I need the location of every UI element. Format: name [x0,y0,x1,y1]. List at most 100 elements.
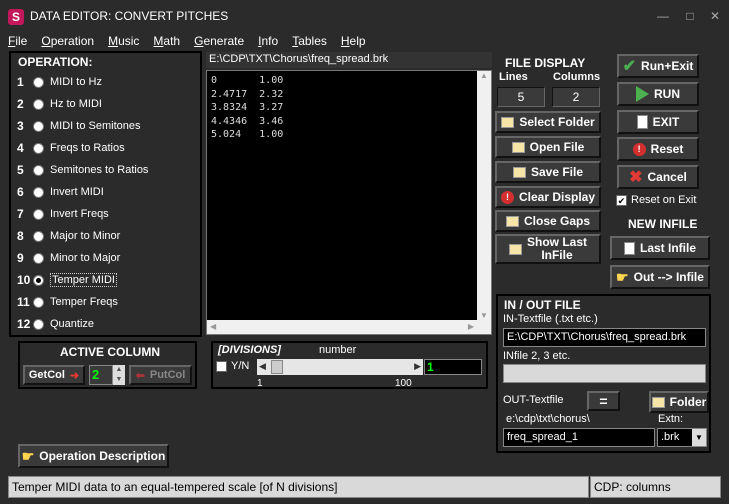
scroll-left-icon[interactable]: ◀ [210,322,216,331]
in-textfile-field[interactable]: E:\CDP\TXT\Chorus\freq_spread.brk [503,328,706,347]
lines-label: Lines [499,71,528,83]
clear-display-button[interactable]: ! Clear Display [495,186,601,208]
menu-info[interactable]: Info [251,33,285,51]
scroll-right-icon[interactable]: ▶ [468,322,474,331]
save-file-button[interactable]: Save File [495,161,601,183]
radio-button[interactable] [33,296,44,308]
operation-option[interactable]: 11 Temper Freqs [17,291,118,313]
run-button[interactable]: RUN [617,82,699,106]
menu-generate[interactable]: Generate [187,33,251,51]
divisions-slider[interactable]: ◀ ▶ [257,359,423,375]
active-column-value[interactable]: 2 [89,365,113,385]
operation-number: 6 [17,185,24,199]
divisions-sub: number [319,344,357,356]
folder-button[interactable]: Folder [649,391,709,413]
exit-label: EXIT [652,115,680,129]
stop-icon: ! [500,190,514,204]
operation-option[interactable]: 1 MIDI to Hz [17,71,102,93]
operation-description-label: Operation Description [39,449,166,463]
window-title: DATA EDITOR: CONVERT PITCHES [30,9,229,23]
menu-music[interactable]: Music [101,33,146,51]
door-icon [636,115,648,129]
scroll-down-icon[interactable]: ▼ [477,311,491,320]
slider-right-icon[interactable]: ▶ [414,361,421,372]
putcol-button[interactable]: ⬅ PutCol [129,365,192,385]
text-display[interactable]: 0 1.00 2.4717 2.32 3.8324 3.27 4.4346 3.46 5… [206,70,492,335]
open-file-button[interactable]: Open File [495,136,601,158]
operation-description-button[interactable]: ☛ Operation Description [18,444,169,468]
text-line: 2.4717 2.32 [211,88,284,100]
equals-button[interactable]: = [587,391,620,411]
menu-math[interactable]: Math [146,33,187,51]
close-icon[interactable]: ✕ [707,8,723,24]
radio-button[interactable] [33,274,44,286]
menu-help[interactable]: Help [334,33,373,51]
operation-number: 12 [17,317,31,331]
operation-option[interactable]: 3 MIDI to Semitones [17,115,140,137]
horizontal-scrollbar[interactable]: ◀ ▶ [207,320,477,334]
select-folder-label: Select Folder [519,115,595,129]
in-out-file-panel: IN / OUT FILE IN-Textfile (.txt etc.) E:… [496,294,711,453]
operation-option[interactable]: 6 Invert MIDI [17,181,104,203]
operation-title: OPERATION: [18,55,93,69]
radio-button[interactable] [33,142,44,154]
cancel-button[interactable]: ✖ Cancel [617,165,699,189]
status-right: CDP: columns [590,476,721,498]
operation-option[interactable]: 5 Semitones to Ratios [17,159,148,181]
file-path-bar: E:\CDP\TXT\Chorus\freq_spread.brk [206,52,492,68]
minimize-icon[interactable]: — [655,8,671,24]
operation-number: 1 [17,75,24,89]
slider-thumb[interactable] [271,360,283,374]
chevron-down-icon[interactable]: ▼ [692,429,706,446]
menu-tables[interactable]: Tables [285,33,334,51]
lines-count: 5 [497,87,545,107]
reset-on-exit-checkbox[interactable]: ✔ [616,195,627,206]
cancel-label: Cancel [647,170,687,184]
operation-option[interactable]: 4 Freqs to Ratios [17,137,125,159]
show-last-infile-button[interactable]: Show Last InFile [495,234,601,264]
radio-button[interactable] [33,230,44,242]
menu-operation[interactable]: Operation [34,33,101,51]
run-exit-button[interactable]: ✔ Run+Exit [617,54,699,78]
out-to-infile-button[interactable]: ☛ Out --> Infile [610,265,710,289]
exit-button[interactable]: EXIT [617,110,699,134]
close-gaps-button[interactable]: Close Gaps [495,210,601,232]
radio-button[interactable] [33,98,44,110]
divisions-value[interactable]: 1 [424,359,482,375]
out-textfile-field[interactable]: freq_spread_1 [503,428,655,447]
getcol-button[interactable]: GetCol ➜ [23,365,85,385]
scroll-up-icon[interactable]: ▲ [477,71,491,80]
operation-option[interactable]: 7 Invert Freqs [17,203,109,225]
radio-button[interactable] [33,208,44,220]
cancel-x-icon: ✖ [629,169,643,186]
radio-button[interactable] [33,252,44,264]
hand-icon: ☛ [616,268,629,285]
last-infile-button[interactable]: Last Infile [610,236,710,260]
radio-button[interactable] [33,186,44,198]
select-folder-button[interactable]: Select Folder [495,111,601,133]
operation-option[interactable]: 8 Major to Minor [17,225,120,247]
slider-left-icon[interactable]: ◀ [259,361,266,372]
column-spinner[interactable]: ▲ ▼ [113,365,125,385]
menu-bar: File Operation Music Math Generate Info … [0,33,729,51]
operation-number: 8 [17,229,24,243]
vertical-scrollbar[interactable]: ▲ ▼ [477,71,491,320]
operation-option[interactable]: 9 Minor to Major [17,247,120,269]
menu-file[interactable]: File [0,33,34,51]
operation-option[interactable]: 10 Temper MIDI [17,269,117,291]
operation-number: 7 [17,207,24,221]
radio-button[interactable] [33,318,44,330]
operation-option[interactable]: 12 Quantize [17,313,94,335]
yn-checkbox[interactable] [216,361,227,372]
open-file-label: Open File [529,140,585,154]
radio-button[interactable] [33,120,44,132]
active-column-title: ACTIVE COLUMN [60,345,160,359]
radio-button[interactable] [33,76,44,88]
maximize-icon[interactable]: □ [682,8,698,24]
radio-button[interactable] [33,164,44,176]
extension-select[interactable]: .brk ▼ [657,428,707,447]
infile2-field[interactable] [503,364,706,383]
reset-button[interactable]: ! Reset [617,137,699,161]
operation-number: 11 [17,295,30,309]
operation-option[interactable]: 2 Hz to MIDI [17,93,102,115]
